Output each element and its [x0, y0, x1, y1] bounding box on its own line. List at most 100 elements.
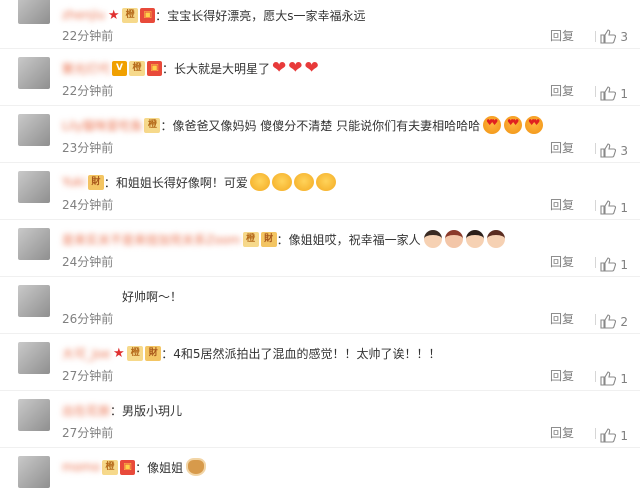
heart-eyes-emoji-icon [525, 116, 544, 134]
colon: ： [110, 403, 123, 418]
comment-item: 出在花旅 ： 男版小玥儿 27分钟前 回复 1 [0, 391, 640, 448]
fan-badge-icon: 橙 [144, 117, 161, 133]
like-button[interactable]: 3 [600, 143, 628, 158]
comment-list: zhenjiu ★ 橙 ▣ ： 宝宝长得好漂亮，愿大s一家幸福永远 22分钟前 … [0, 0, 640, 504]
comment-line: zhenjiu ★ 橙 ▣ ： 宝宝长得好漂亮，愿大s一家幸福永远 [62, 6, 365, 24]
thumbs-up-icon [600, 428, 617, 443]
like-button[interactable]: 1 [600, 86, 628, 101]
like-count: 1 [620, 200, 628, 215]
comment-time: 27分钟前 [62, 426, 114, 440]
fan-badge-icon: 橙 [129, 60, 146, 76]
comment-text: 像姐姐哎，祝幸福一家人 [288, 232, 421, 247]
comment-line: 大可_Joe ★ 橙 財 ： 4和5居然派拍出了混血的感觉！！太帅了诶！！！ [62, 344, 441, 362]
comment-line: 聚光灯代 V 橙 ▣ ： 长大就是大明星了 ❤ ❤ ❤ [62, 59, 319, 77]
divider [595, 257, 596, 268]
hug-emoji-icon [315, 173, 336, 191]
fan-badge-icon: 橙 [102, 459, 119, 475]
avatar[interactable] [18, 57, 50, 89]
avatar[interactable] [18, 399, 50, 431]
comment-text: 长大就是大明星了 [174, 61, 271, 76]
reply-button[interactable]: 回复 [550, 310, 574, 327]
like-count: 1 [620, 257, 628, 272]
like-button[interactable]: 3 [600, 29, 628, 44]
username-link[interactable]: zhenjiu [62, 8, 105, 22]
girl-face-emoji-icon [465, 230, 484, 248]
username-link[interactable]: 是来实关不是来挂加完关系Zoom [62, 231, 241, 248]
like-button[interactable]: 2 [600, 314, 628, 329]
comment-text: 宝宝长得好漂亮，愿大s一家幸福永远 [167, 8, 366, 23]
comment-time: 22分钟前 [62, 29, 114, 43]
wealth-badge-icon: 財 [87, 174, 104, 190]
like-count: 1 [620, 86, 628, 101]
colon: ： [155, 8, 168, 23]
reply-button[interactable]: 回复 [550, 367, 574, 384]
thumbs-up-icon [600, 143, 617, 158]
colon: ： [103, 175, 116, 190]
divider [595, 371, 596, 382]
fan-badge-icon: 橙 [122, 7, 139, 23]
comment-text: 4和5居然派拍出了混血的感觉！！太帅了诶！！！ [173, 346, 441, 361]
avatar[interactable] [18, 342, 50, 374]
heart-eyes-emoji-icon [483, 116, 502, 134]
thumbs-up-icon [600, 29, 617, 44]
reply-button[interactable]: 回复 [550, 139, 574, 156]
like-button[interactable]: 1 [600, 200, 628, 215]
hug-emoji-icon [293, 173, 314, 191]
avatar[interactable] [18, 228, 50, 260]
avatar[interactable] [18, 456, 50, 488]
colon: ： [135, 460, 148, 475]
divider [595, 200, 596, 211]
comment-line: 好帅啊～！ [62, 287, 182, 305]
comment-item: Yuki 財 ： 和姐姐长得好像啊！可爱 24分钟前 回复 1 [0, 163, 640, 220]
like-button[interactable]: 1 [600, 257, 628, 272]
avatar[interactable] [18, 0, 50, 24]
username-link[interactable]: 聚光灯代 [62, 60, 110, 77]
like-count: 1 [620, 371, 628, 386]
reply-button[interactable]: 回复 [550, 196, 574, 213]
avatar[interactable] [18, 285, 50, 317]
reply-button[interactable]: 回复 [550, 424, 574, 441]
comment-time: 23分钟前 [62, 141, 114, 155]
comment-time: 27分钟前 [62, 369, 114, 383]
girl-face-emoji-icon [486, 230, 505, 248]
heart-icon: ❤ [272, 58, 287, 78]
comment-item: zhenjiu ★ 橙 ▣ ： 宝宝长得好漂亮，愿大s一家幸福永远 22分钟前 … [0, 0, 640, 49]
avatar[interactable] [18, 114, 50, 146]
username-link[interactable]: Yuki [62, 175, 86, 189]
comment-item: 大可_Joe ★ 橙 財 ： 4和5居然派拍出了混血的感觉！！太帅了诶！！！ 2… [0, 334, 640, 391]
username-link[interactable]: 出在花旅 [62, 402, 110, 419]
vip-icon: V [112, 60, 128, 76]
hug-emoji-icon [271, 173, 292, 191]
woman-face-emoji-icon [444, 230, 463, 248]
comment-line: 出在花旅 ： 男版小玥儿 [62, 401, 182, 419]
comment-line: 是来实关不是来挂加完关系Zoom 橙 財 ： 像姐姐哎，祝幸福一家人 [62, 230, 505, 248]
divider [595, 428, 596, 439]
star-icon: ★ [112, 345, 125, 361]
heart-icon: ❤ [288, 58, 303, 78]
comment-time: 24分钟前 [62, 198, 114, 212]
heart-eyes-emoji-icon [504, 116, 523, 134]
wealth-badge-icon: 財 [145, 345, 162, 361]
reply-button[interactable]: 回复 [550, 27, 574, 44]
fan-badge-icon: 橙 [127, 345, 144, 361]
like-button[interactable]: 1 [600, 428, 628, 443]
reply-button[interactable]: 回复 [550, 82, 574, 99]
red-envelope-icon: ▣ [147, 60, 163, 76]
comment-item: 是来实关不是来挂加完关系Zoom 橙 財 ： 像姐姐哎，祝幸福一家人 24分钟前… [0, 220, 640, 277]
thumbs-up-icon [600, 371, 617, 386]
comment-item: momo 橙 ▣ ： 像姐姐 [0, 448, 640, 504]
comment-text: 男版小玥儿 [122, 403, 183, 418]
reply-button[interactable]: 回复 [550, 253, 574, 270]
avatar[interactable] [18, 171, 50, 203]
comment-item: 聚光灯代 V 橙 ▣ ： 长大就是大明星了 ❤ ❤ ❤ 22分钟前 回复 1 [0, 49, 640, 106]
username-link[interactable]: momo [62, 460, 100, 474]
like-button[interactable]: 1 [600, 371, 628, 386]
hug-emoji-icon [249, 173, 270, 191]
comment-text: 和姐姐长得好像啊！可爱 [115, 175, 248, 190]
username-link[interactable]: Lily猫咪爱吃鱼 [62, 117, 142, 134]
thumbs-up-icon [600, 86, 617, 101]
username-link[interactable]: 大可_Joe [62, 345, 110, 362]
colon: ： [160, 118, 173, 133]
heart-icon: ❤ [304, 58, 319, 78]
comment-time: 26分钟前 [62, 312, 114, 326]
